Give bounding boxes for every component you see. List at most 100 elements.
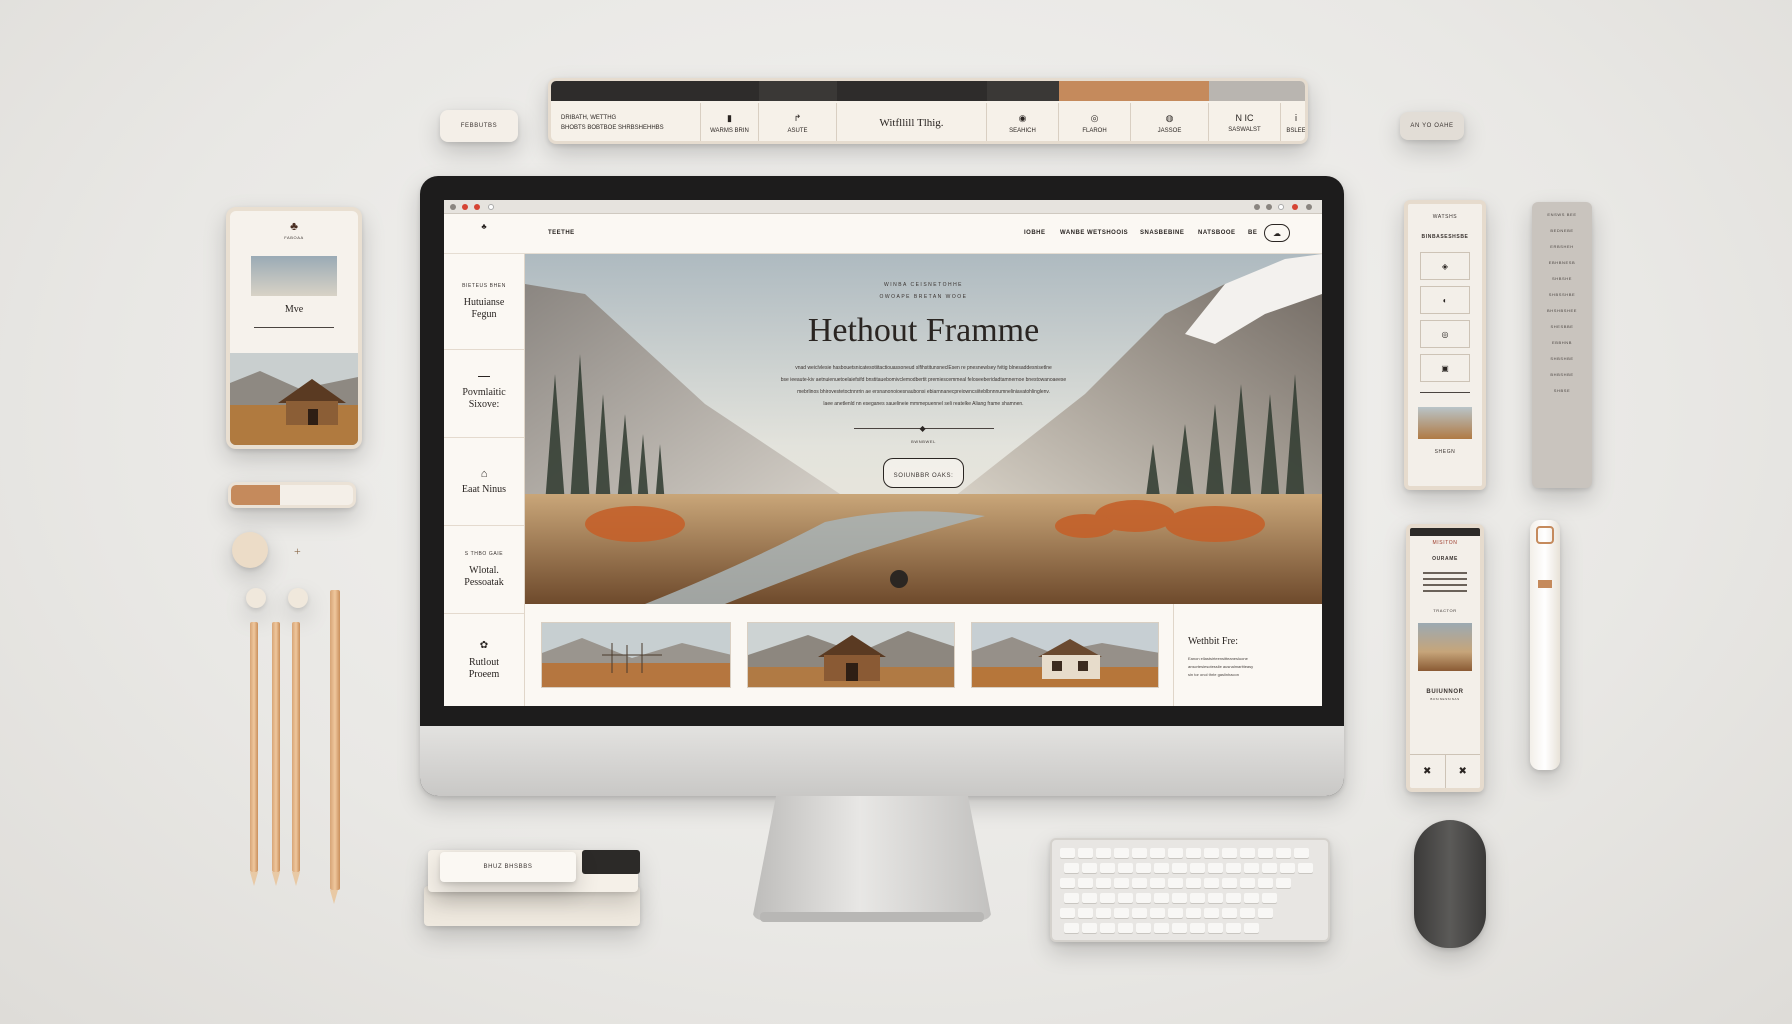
keyboard-key[interactable] xyxy=(1240,908,1255,918)
keyboard-key[interactable] xyxy=(1208,923,1223,933)
keyboard-key[interactable] xyxy=(1150,848,1165,858)
keyboard-key[interactable] xyxy=(1280,863,1295,873)
toolbar-button[interactable]: ◍ JASSOE xyxy=(1131,103,1209,141)
keyboard-key[interactable] xyxy=(1172,893,1187,903)
progress-slider[interactable] xyxy=(228,482,356,508)
keyboard-key[interactable] xyxy=(1204,848,1219,858)
keyboard-key[interactable] xyxy=(1100,923,1115,933)
keyboard-key[interactable] xyxy=(1118,923,1133,933)
small-round-button[interactable] xyxy=(288,588,308,608)
keyboard-key[interactable] xyxy=(1244,923,1259,933)
toolbar-title[interactable]: Witfllill Tlhig. xyxy=(837,103,987,141)
toolbar-button[interactable]: N IC SASWALST xyxy=(1209,103,1281,141)
keyboard-key[interactable] xyxy=(1136,893,1151,903)
keyboard-key[interactable] xyxy=(1298,863,1313,873)
panel-option[interactable]: ◐ xyxy=(1420,286,1470,314)
site-logo[interactable]: ♣ xyxy=(478,222,490,244)
keyboard-key[interactable] xyxy=(1150,908,1165,918)
keyboard-key[interactable] xyxy=(1222,848,1237,858)
keyboard-key[interactable] xyxy=(1226,923,1241,933)
keyboard-key[interactable] xyxy=(1222,908,1237,918)
keyboard-key[interactable] xyxy=(1294,848,1309,858)
hero-cta-button[interactable]: SOIUNBBR OAKS: xyxy=(882,458,965,488)
list-item[interactable]: SHBSHE xyxy=(1552,276,1572,281)
keyboard-key[interactable] xyxy=(1222,878,1237,888)
menu-icon[interactable] xyxy=(1306,204,1312,210)
keyboard-key[interactable] xyxy=(1262,893,1277,903)
keyboard-key[interactable] xyxy=(1082,863,1097,873)
side-menu-item[interactable]: S THBO GAIE Wlotal. Pessoatak xyxy=(444,526,524,614)
keyboard-key[interactable] xyxy=(1064,893,1079,903)
keyboard-key[interactable] xyxy=(1082,923,1097,933)
feature-card[interactable]: Wethbit Fre: Eanon ellastsirteensitteane… xyxy=(1173,604,1322,706)
keyboard-key[interactable] xyxy=(1276,848,1291,858)
window-control-icon[interactable] xyxy=(450,204,456,210)
nav-link[interactable]: IOBHE xyxy=(1024,230,1046,236)
keyboard-key[interactable] xyxy=(1172,923,1187,933)
small-round-button[interactable] xyxy=(246,588,266,608)
keyboard-key[interactable] xyxy=(1150,878,1165,888)
keyboard-key[interactable] xyxy=(1190,893,1205,903)
keyboard-key[interactable] xyxy=(1258,908,1273,918)
keyboard-key[interactable] xyxy=(1132,848,1147,858)
side-menu-item[interactable]: BIETEUS BHEN Hutuianse Fegun xyxy=(444,254,524,350)
side-menu-item[interactable]: Povmlaitic Sixove: xyxy=(444,350,524,438)
keyboard-key[interactable] xyxy=(1186,848,1201,858)
keyboard-key[interactable] xyxy=(1064,923,1079,933)
minimize-window-icon[interactable] xyxy=(474,204,480,210)
keyboard-key[interactable] xyxy=(1078,878,1093,888)
keyboard-key[interactable] xyxy=(1226,863,1241,873)
keyboard-key[interactable] xyxy=(1208,893,1223,903)
keyboard-key[interactable] xyxy=(1190,923,1205,933)
nav-link[interactable]: BE xyxy=(1248,230,1257,236)
keyboard-key[interactable] xyxy=(1240,878,1255,888)
toolbar-button[interactable]: ◉ SEAHICH xyxy=(987,103,1059,141)
keyboard-key[interactable] xyxy=(1136,863,1151,873)
keyboard-key[interactable] xyxy=(1114,908,1129,918)
keyboard-key[interactable] xyxy=(1204,878,1219,888)
gallery-thumbnail[interactable] xyxy=(541,622,731,688)
keyboard-key[interactable] xyxy=(1204,908,1219,918)
keyboard-key[interactable] xyxy=(1114,848,1129,858)
list-item[interactable]: SHBSE xyxy=(1554,388,1571,393)
keyboard-key[interactable] xyxy=(1118,893,1133,903)
list-item[interactable]: EBHBNESB xyxy=(1549,260,1576,265)
keyboard-key[interactable] xyxy=(1154,923,1169,933)
share-icon[interactable]: ✖ xyxy=(1410,755,1446,788)
tools-icon[interactable]: ✖ xyxy=(1446,755,1481,788)
toolbar-button[interactable]: ▮ WARMS BRIN xyxy=(701,103,759,141)
toolbar-button[interactable]: ◎ FLAROH xyxy=(1059,103,1131,141)
keyboard-key[interactable] xyxy=(1258,878,1273,888)
keyboard-key[interactable] xyxy=(1208,863,1223,873)
gallery-thumbnail[interactable] xyxy=(971,622,1159,688)
keyboard-key[interactable] xyxy=(1100,893,1115,903)
keyboard-key[interactable] xyxy=(1244,893,1259,903)
list-item[interactable]: ERBSHEH xyxy=(1550,244,1574,249)
nav-link[interactable]: SNASBEBINE xyxy=(1140,230,1184,236)
keyboard-key[interactable] xyxy=(1064,863,1079,873)
extension-icon[interactable] xyxy=(1266,204,1272,210)
keyboard-key[interactable] xyxy=(1186,908,1201,918)
list-item[interactable]: ENSWS BEE xyxy=(1547,212,1576,217)
list-item[interactable]: SHBSHBE xyxy=(1550,356,1573,361)
right-pill-button[interactable]: AN YO OAHE xyxy=(1400,112,1464,140)
keyboard-key[interactable] xyxy=(1262,863,1277,873)
keyboard-key[interactable] xyxy=(1078,848,1093,858)
keyboard-key[interactable] xyxy=(1114,878,1129,888)
keyboard-key[interactable] xyxy=(1154,863,1169,873)
toolbar-button[interactable]: ⅰ Bslee xyxy=(1281,103,1305,141)
list-item[interactable]: BHBSHBE xyxy=(1550,372,1573,377)
keyboard-key[interactable] xyxy=(1096,878,1111,888)
keyboard-key[interactable] xyxy=(1154,893,1169,903)
keyboard-key[interactable] xyxy=(1100,863,1115,873)
keyboard-key[interactable] xyxy=(1186,878,1201,888)
profile-icon[interactable] xyxy=(1278,204,1284,210)
keyboard-key[interactable] xyxy=(1276,878,1291,888)
keyboard-key[interactable] xyxy=(1132,908,1147,918)
list-item[interactable]: SHESBBE xyxy=(1550,324,1573,329)
keyboard-key[interactable] xyxy=(1244,863,1259,873)
keyboard-key[interactable] xyxy=(1168,878,1183,888)
nav-brand[interactable]: TEETHE xyxy=(548,230,575,236)
keyboard-key[interactable] xyxy=(1060,908,1075,918)
nav-link[interactable]: WANBE WETSHOOIS xyxy=(1060,230,1128,236)
